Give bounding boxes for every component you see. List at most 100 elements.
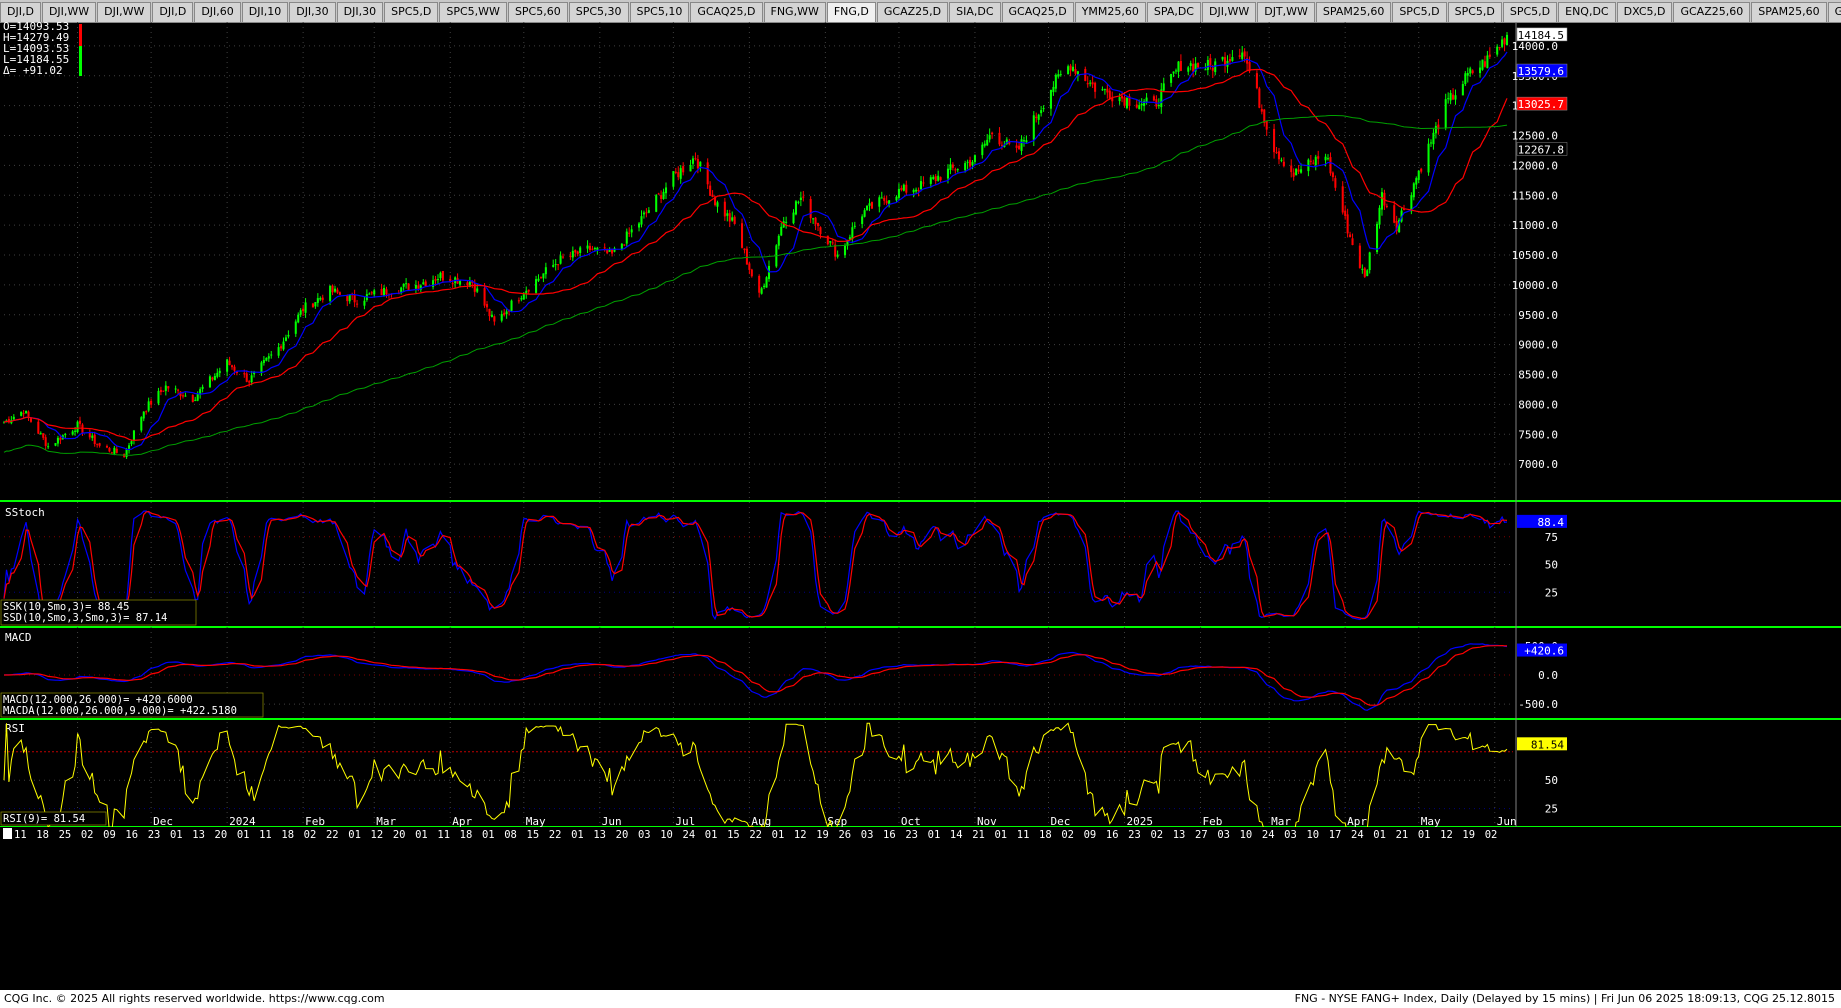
- price-bar-body: [716, 202, 719, 207]
- price-bar-body: [642, 212, 645, 215]
- price-bar-body: [1417, 170, 1420, 180]
- price-tick-label: 8000.0: [1518, 398, 1558, 411]
- month-label: Jun: [1497, 815, 1517, 828]
- price-bar-body: [743, 248, 746, 251]
- price-bar-body: [1275, 152, 1278, 154]
- price-bar-body: [1297, 169, 1300, 172]
- month-label: 2025: [1127, 815, 1154, 828]
- price-bar-body: [25, 410, 28, 414]
- price-bar-body: [1334, 178, 1337, 188]
- tab-spam25-60[interactable]: SPAM25,60: [1315, 2, 1392, 22]
- price-bar-body: [1309, 160, 1312, 162]
- price-bar-body: [750, 269, 753, 277]
- price-bar-body: [331, 285, 334, 293]
- price-bar-body: [76, 421, 79, 433]
- tab-gca-w[interactable]: GCA,W: [1827, 2, 1841, 22]
- tab-dji-ww[interactable]: DJI,WW: [1202, 2, 1257, 22]
- day-label: 12: [371, 829, 384, 841]
- price-bar-body: [1483, 61, 1486, 67]
- tab-dji-10[interactable]: DJI,10: [241, 2, 289, 22]
- price-bar-body: [1427, 143, 1430, 173]
- tab-dji-ww[interactable]: DJI,WW: [97, 2, 152, 22]
- macd-legend-line: MACDA(12.000,26.000,9.000)= +422.5180: [3, 705, 237, 717]
- day-label: 02: [81, 829, 94, 841]
- month-label: Mar: [1271, 815, 1291, 828]
- macd-tick-label: 0.0: [1538, 669, 1558, 682]
- tab-fng-d[interactable]: FNG,D: [826, 2, 876, 22]
- price-bar-body: [1177, 61, 1180, 72]
- tab-spc5-d[interactable]: SPC5,D: [1392, 2, 1447, 22]
- price-bar-body: [760, 288, 763, 294]
- price-bar-body: [230, 365, 234, 368]
- price-bar-body: [64, 434, 67, 436]
- price-bar-body: [1101, 89, 1104, 91]
- day-label: 01: [482, 829, 495, 841]
- price-bar-body: [1368, 252, 1371, 271]
- price-bar-body: [946, 168, 950, 179]
- month-label: Feb: [305, 815, 325, 828]
- price-bar-body: [897, 188, 900, 198]
- price-bar-body: [110, 452, 113, 454]
- tab-dji-d[interactable]: DJI,D: [152, 2, 194, 22]
- tab-sia-dc[interactable]: SIA,DC: [949, 2, 1001, 22]
- price-bar-body: [47, 446, 50, 448]
- price-bar-body: [1277, 151, 1281, 160]
- price-bar-body: [250, 375, 253, 383]
- tab-gcaq25-d[interactable]: GCAQ25,D: [690, 2, 763, 22]
- tab-spc5-d[interactable]: SPC5,D: [1447, 2, 1502, 22]
- price-bar-body: [1057, 74, 1060, 77]
- price-bar-body: [476, 288, 479, 292]
- tab-dji-ww[interactable]: DJI,WW: [41, 2, 97, 22]
- price-bar-body: [593, 248, 596, 250]
- price-bar-body: [1393, 205, 1396, 223]
- tab-gcaz25-d[interactable]: GCAZ25,D: [876, 2, 949, 22]
- tab-spc5-d[interactable]: SPC5,D: [1502, 2, 1558, 22]
- day-label: 13: [1173, 829, 1186, 841]
- tab-spc5-60[interactable]: SPC5,60: [507, 2, 568, 22]
- price-bar-body: [1471, 70, 1474, 74]
- tab-enq-dc[interactable]: ENQ,DC: [1558, 2, 1616, 22]
- price-bar-body: [385, 289, 388, 295]
- price-bar-body: [1241, 52, 1244, 59]
- tab-spc5-d[interactable]: SPC5,D: [384, 2, 439, 22]
- price-bar-body: [1197, 62, 1200, 68]
- price-bar-body: [956, 169, 959, 171]
- tab-dji-d[interactable]: DJI,D: [0, 2, 41, 22]
- tab-dji-30[interactable]: DJI,30: [289, 2, 336, 22]
- price-bar-body: [157, 391, 160, 404]
- tab-spam25-60[interactable]: SPAM25,60: [1751, 2, 1827, 22]
- price-bar-body: [414, 284, 417, 289]
- price-bar-body: [905, 184, 908, 193]
- price-bar-body: [348, 294, 351, 302]
- price-bar-body: [1091, 82, 1094, 85]
- tab-dji-60[interactable]: DJI,60: [194, 2, 241, 22]
- stoch-value-label: 88.4: [1538, 516, 1565, 529]
- tab-spa-dc[interactable]: SPA,DC: [1146, 2, 1201, 22]
- tab-dji-30[interactable]: DJI,30: [336, 2, 384, 22]
- price-bar-body: [1121, 95, 1124, 99]
- price-bar-body: [243, 373, 246, 375]
- tab-fng-ww[interactable]: FNG,WW: [763, 2, 826, 22]
- price-bar-body: [883, 197, 886, 201]
- tab-djt-ww[interactable]: DJT,WW: [1257, 2, 1315, 22]
- price-bar-body: [147, 401, 150, 411]
- tab-gcaq25-d[interactable]: GCAQ25,D: [1001, 2, 1074, 22]
- day-label: 02: [1485, 829, 1498, 841]
- tab-dxc5-d[interactable]: DXC5,D: [1616, 2, 1673, 22]
- price-bar-body: [819, 227, 822, 235]
- tab-spc5-30[interactable]: SPC5,30: [568, 2, 629, 22]
- chart-area[interactable]: 14000.013500.013000.012500.012000.011500…: [0, 22, 1841, 990]
- tab-gcaz25-60[interactable]: GCAZ25,60: [1673, 2, 1751, 22]
- tab-spc5-10[interactable]: SPC5,10: [629, 2, 690, 22]
- price-bar-body: [314, 302, 317, 307]
- price-bar-body: [56, 437, 59, 444]
- tab-spc5-ww[interactable]: SPC5,WW: [439, 2, 507, 22]
- price-value-label: 13025.7: [1518, 98, 1564, 111]
- tab-ymm25-60[interactable]: YMM25,60: [1074, 2, 1146, 22]
- price-bar-body: [167, 386, 170, 389]
- price-tick-label: 12500.0: [1512, 130, 1558, 143]
- price-bar-body: [284, 337, 287, 341]
- price-bar-body: [606, 249, 609, 254]
- day-label: 01: [571, 829, 584, 841]
- day-label: 09: [103, 829, 116, 841]
